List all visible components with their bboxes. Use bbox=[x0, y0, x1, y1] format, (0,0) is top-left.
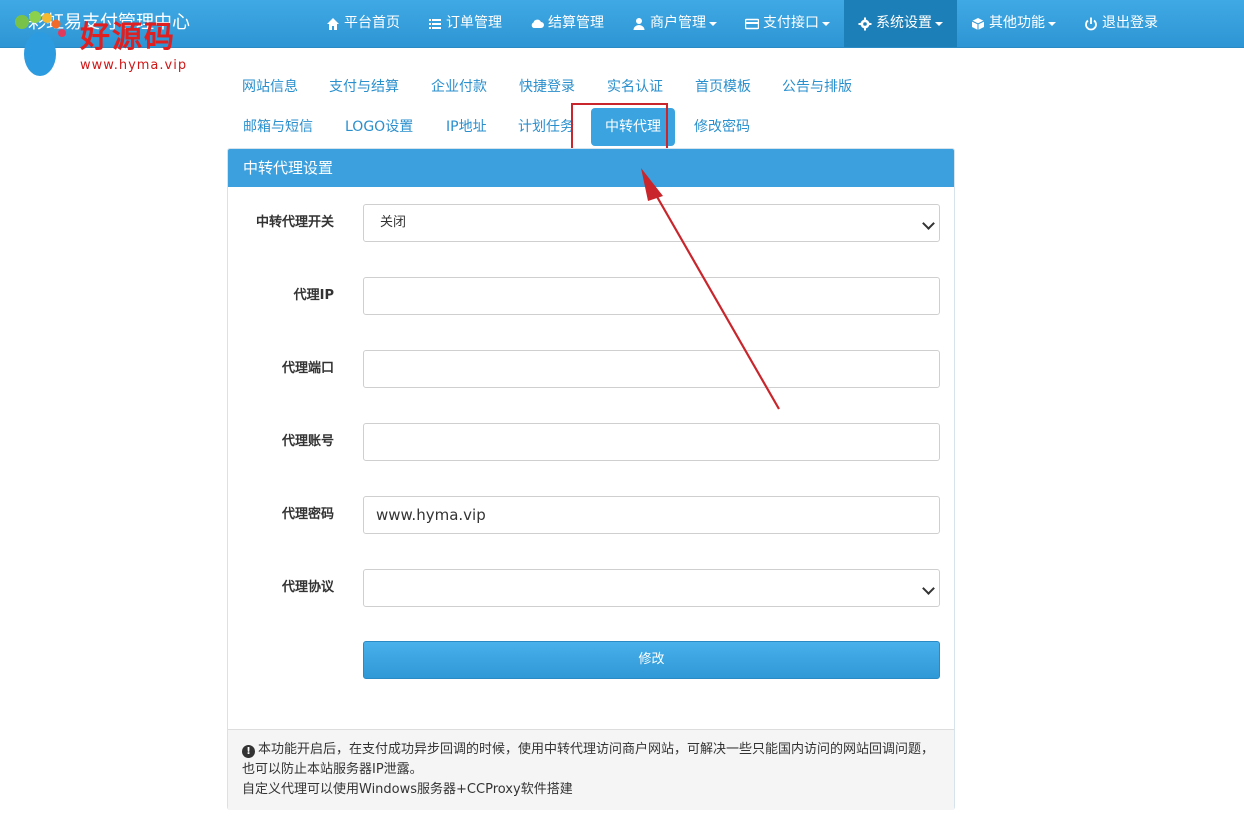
ip-label: 代理IP bbox=[293, 288, 334, 303]
protocol-label: 代理协议 bbox=[281, 580, 334, 595]
nav-settlement[interactable]: 结算管理 bbox=[516, 0, 618, 47]
tab-change-password[interactable]: 修改密码 bbox=[680, 108, 764, 146]
tab-site-info[interactable]: 网站信息 bbox=[228, 68, 312, 106]
switch-label: 中转代理开关 bbox=[255, 215, 334, 230]
list-icon bbox=[429, 18, 441, 29]
help-note-line-1: ! 本功能开启后，在支付成功异步回调的时候，使用中转代理访问商户网站，可解决一些只… bbox=[242, 740, 940, 780]
nav-other[interactable]: 其他功能 bbox=[957, 0, 1070, 47]
tab-enterprise-payment[interactable]: 企业付款 bbox=[417, 68, 501, 106]
proxy-protocol-select[interactable] bbox=[363, 569, 940, 607]
form-row-ip: 代理IP bbox=[228, 277, 956, 315]
tab-payment-settlement[interactable]: 支付与结算 bbox=[315, 68, 413, 106]
nav-settlement-label: 结算管理 bbox=[548, 15, 604, 31]
form-row-port: 代理端口 bbox=[228, 350, 956, 388]
panel-title: 中转代理设置 bbox=[228, 149, 954, 187]
nav-orders-label: 订单管理 bbox=[446, 15, 502, 31]
tab-home-template[interactable]: 首页模板 bbox=[681, 68, 765, 106]
nav-other-label: 其他功能 bbox=[989, 15, 1045, 31]
nav-home[interactable]: 平台首页 bbox=[312, 0, 414, 47]
watermark-url: www.hyma.vip bbox=[80, 58, 188, 73]
form-row-protocol: 代理协议 bbox=[228, 569, 956, 607]
gear-icon bbox=[858, 17, 872, 30]
cloud-icon bbox=[531, 19, 544, 28]
proxy-switch-select[interactable]: 关闭 bbox=[363, 204, 940, 242]
power-icon bbox=[1085, 17, 1097, 30]
relay-proxy-panel: 中转代理设置 中转代理开关 关闭 代理IP 代理端口 代理账号 代理密码 www… bbox=[227, 148, 955, 810]
nav-logout-label: 退出登录 bbox=[1102, 15, 1158, 31]
port-label: 代理端口 bbox=[281, 361, 334, 376]
nav-payment-label: 支付接口 bbox=[763, 15, 819, 31]
nav-merchants-label: 商户管理 bbox=[650, 15, 706, 31]
info-icon: ! bbox=[242, 745, 255, 758]
password-label: 代理密码 bbox=[281, 507, 334, 522]
proxy-port-input[interactable] bbox=[363, 350, 940, 388]
tab-ip-address[interactable]: IP地址 bbox=[432, 108, 501, 146]
account-label: 代理账号 bbox=[281, 434, 334, 449]
tab-real-name[interactable]: 实名认证 bbox=[593, 68, 677, 106]
form-row-switch: 中转代理开关 关闭 bbox=[228, 204, 956, 242]
nav-system-settings[interactable]: 系统设置 bbox=[844, 0, 957, 47]
chevron-down-icon bbox=[922, 582, 935, 595]
cube-icon bbox=[971, 17, 985, 30]
help-note: ! 本功能开启后，在支付成功异步回调的时候，使用中转代理访问商户网站，可解决一些只… bbox=[228, 729, 954, 810]
chevron-down-icon bbox=[935, 21, 943, 26]
chevron-down-icon bbox=[709, 21, 717, 26]
annotation-highlight-box bbox=[571, 103, 668, 152]
watermark-logo: 好源码 www.hyma.vip bbox=[6, 6, 196, 76]
submit-button[interactable]: 修改 bbox=[363, 641, 940, 679]
help-note-text-2: 自定义代理可以使用Windows服务器+CCProxy软件搭建 bbox=[242, 782, 573, 797]
tab-email-sms[interactable]: 邮箱与短信 bbox=[229, 108, 327, 146]
form-row-password: 代理密码 www.hyma.vip bbox=[228, 496, 956, 534]
chevron-down-icon bbox=[822, 21, 830, 26]
chevron-down-icon bbox=[1048, 21, 1056, 26]
nav-home-label: 平台首页 bbox=[344, 15, 400, 31]
nav-logout[interactable]: 退出登录 bbox=[1070, 0, 1172, 47]
tab-announcement-layout[interactable]: 公告与排版 bbox=[768, 68, 866, 106]
footprint-logo-icon bbox=[15, 11, 66, 76]
proxy-ip-input[interactable] bbox=[363, 277, 940, 315]
proxy-account-input[interactable] bbox=[363, 423, 940, 461]
proxy-switch-value: 关闭 bbox=[380, 215, 407, 230]
home-icon bbox=[327, 17, 339, 30]
tab-quick-login[interactable]: 快捷登录 bbox=[505, 68, 589, 106]
nav-merchants[interactable]: 商户管理 bbox=[618, 0, 731, 47]
nav-payment[interactable]: 支付接口 bbox=[731, 0, 844, 47]
nav-orders[interactable]: 订单管理 bbox=[414, 0, 516, 47]
tab-logo-settings[interactable]: LOGO设置 bbox=[331, 108, 427, 146]
watermark-brand: 好源码 bbox=[80, 20, 176, 55]
nav-system-settings-label: 系统设置 bbox=[876, 15, 932, 31]
help-note-text-1: 本功能开启后，在支付成功异步回调的时候，使用中转代理访问商户网站，可解决一些只能… bbox=[242, 742, 935, 777]
form-row-account: 代理账号 bbox=[228, 423, 956, 461]
chevron-down-icon bbox=[922, 217, 935, 230]
user-icon bbox=[633, 17, 645, 30]
main-nav: 平台首页 订单管理 结算管理 商户管理 支付接口 系统设置 其他功能 退出登录 bbox=[312, 0, 1172, 47]
proxy-password-input[interactable]: www.hyma.vip bbox=[363, 496, 940, 534]
credit-card-icon bbox=[745, 18, 759, 29]
